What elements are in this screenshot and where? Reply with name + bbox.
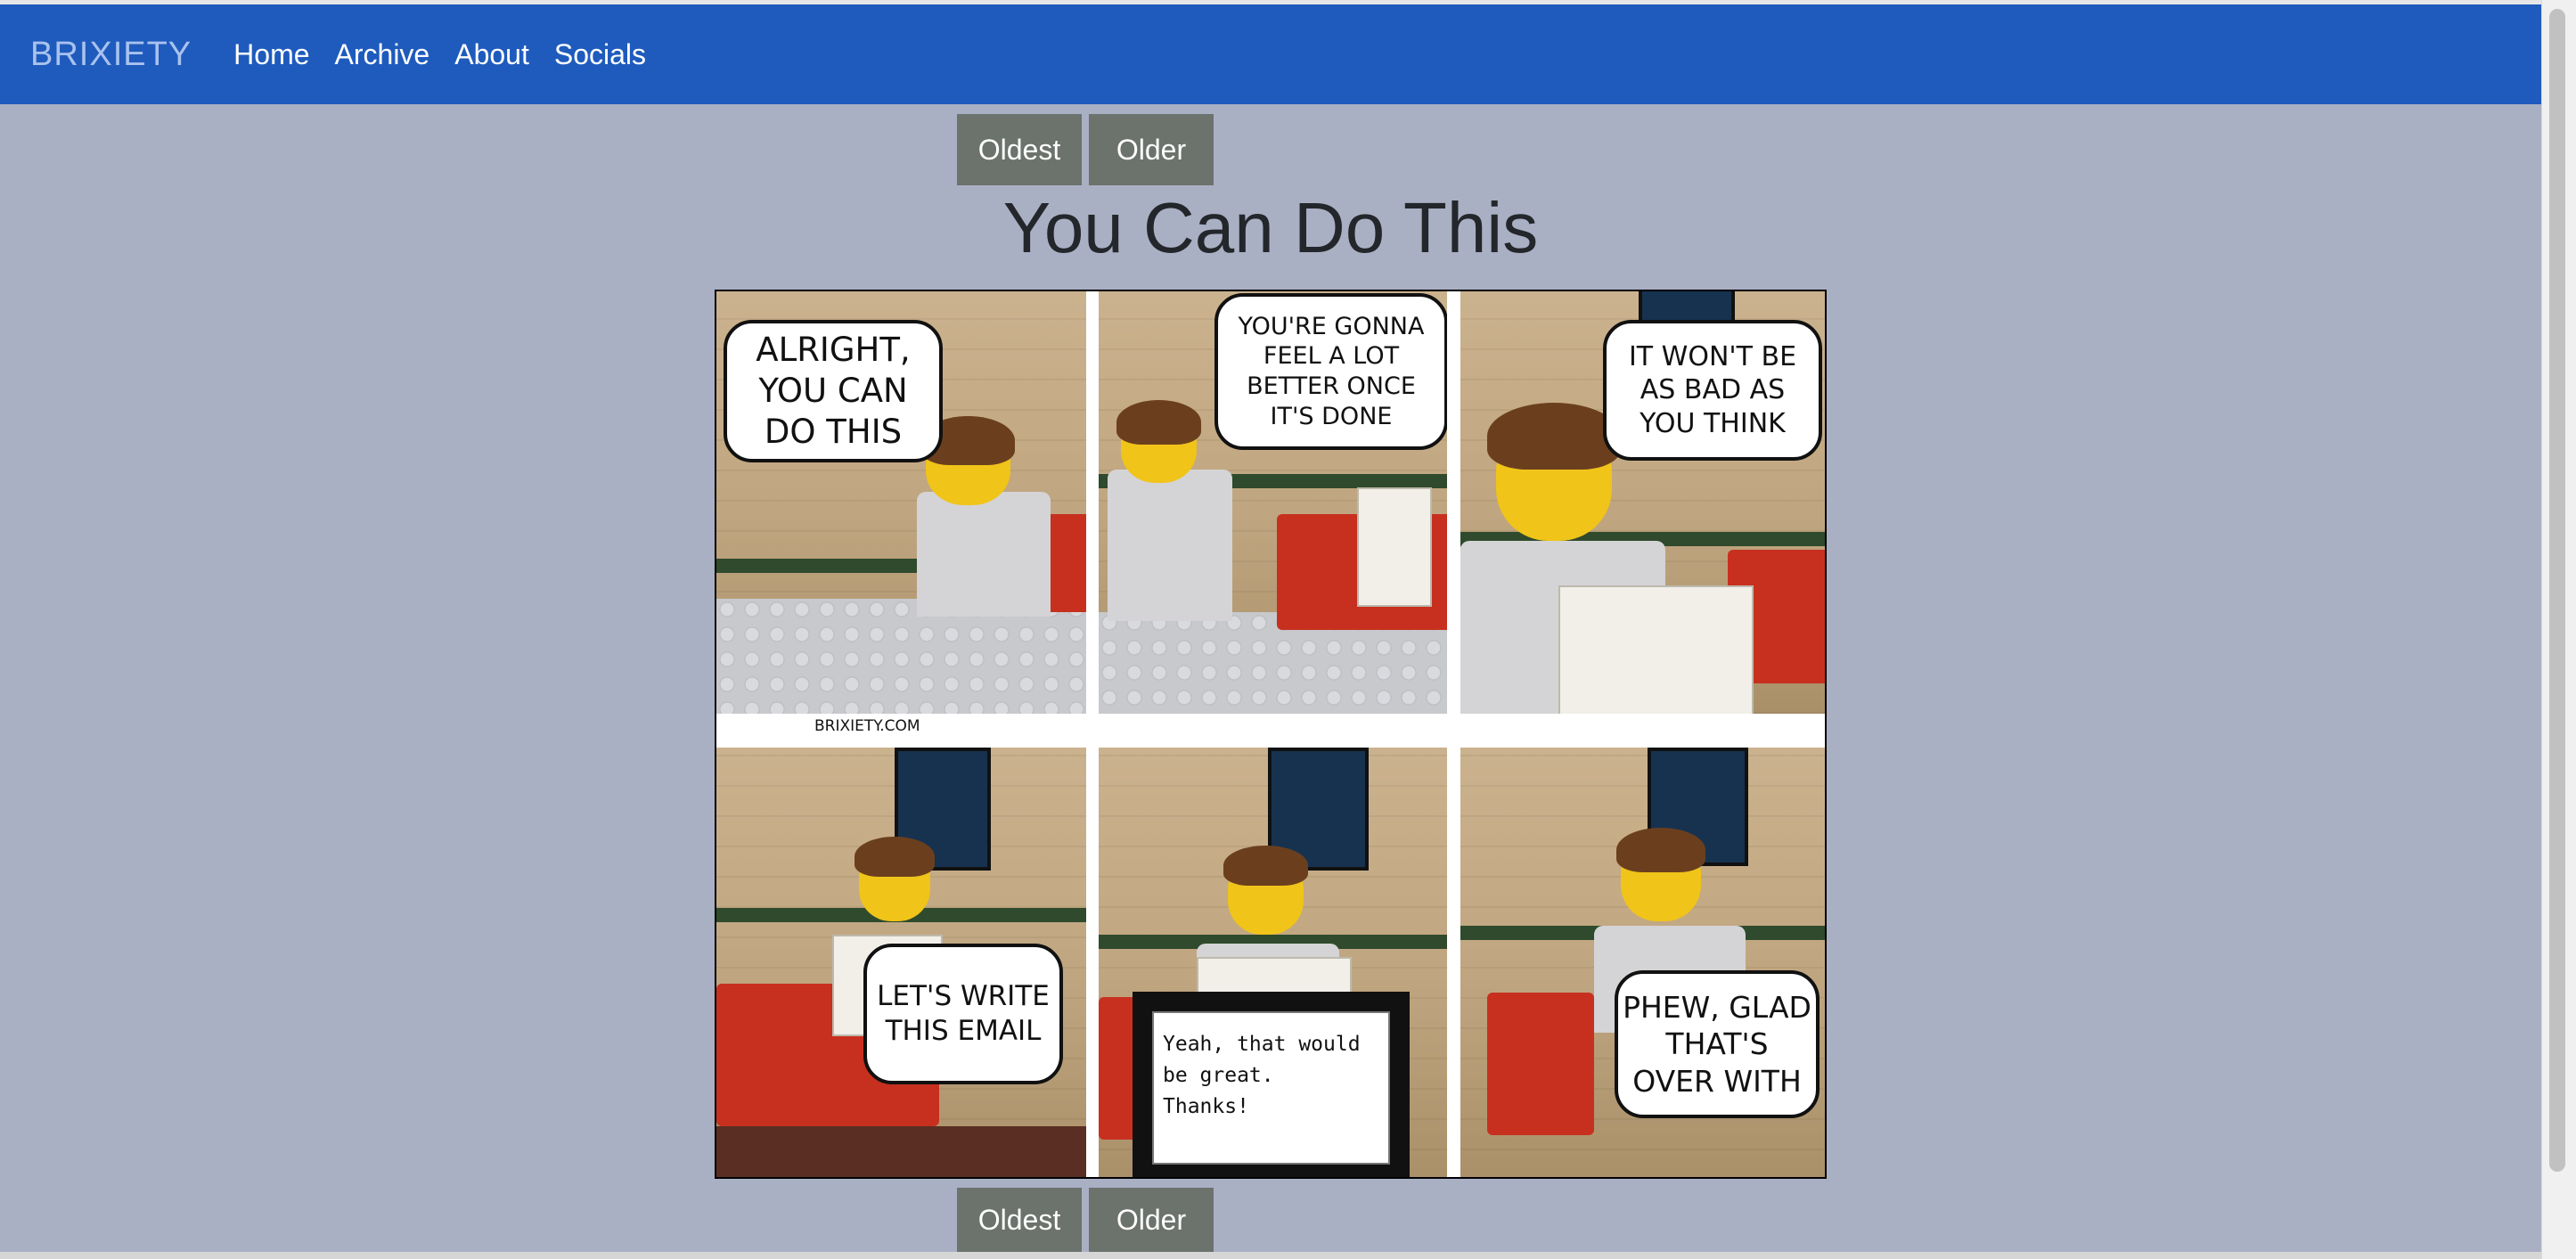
- minifig-hair: [1487, 403, 1621, 470]
- panel-desk: [716, 1126, 1086, 1177]
- nav-link-about[interactable]: About: [454, 38, 529, 71]
- comic-panel-3: IT WON'T BE AS BAD AS YOU THINK: [1460, 291, 1825, 714]
- speech-bubble-4: LET'S WRITE THIS EMAIL: [863, 944, 1063, 1084]
- email-screen: Yeah, that would be great. Thanks!: [1133, 992, 1410, 1177]
- window-bottom-edge: [0, 1252, 2541, 1259]
- older-button-top[interactable]: Older: [1089, 114, 1214, 185]
- brand-logo[interactable]: BRIXIETY: [30, 36, 192, 74]
- speech-bubble-5: PHEW, GLAD THAT'S OVER WITH: [1615, 970, 1820, 1118]
- comic-panel-5: Yeah, that would be great. Thanks!: [1099, 748, 1447, 1177]
- top-navbar: BRIXIETY Home Archive About Socials: [0, 4, 2541, 104]
- comic-panel-2: YOU'RE GONNA FEEL A LOT BETTER ONCE IT'S…: [1099, 291, 1447, 714]
- speech-bubble-3: IT WON'T BE AS BAD AS YOU THINK: [1603, 320, 1822, 461]
- speech-bubble-1: ALRIGHT, YOU CAN DO THIS: [724, 320, 943, 462]
- minifig-hair: [855, 837, 935, 877]
- panel-laptop: [1558, 585, 1754, 714]
- panel-laptop: [1357, 487, 1432, 607]
- minifig-hair: [1616, 828, 1705, 872]
- minifig-hair: [1223, 846, 1308, 886]
- comic-title: You Can Do This: [1002, 188, 1539, 267]
- minifig-body: [917, 492, 1051, 617]
- comic-watermark: BRIXIETY.COM: [814, 717, 920, 735]
- email-reply-text: Yeah, that would be great. Thanks!: [1152, 1011, 1390, 1165]
- comic-panel-6: PHEW, GLAD THAT'S OVER WITH: [1460, 748, 1825, 1177]
- minifig-body: [1108, 470, 1232, 621]
- nav-link-socials[interactable]: Socials: [554, 38, 646, 71]
- scrollbar-thumb[interactable]: [2549, 9, 2565, 1172]
- older-button-bottom[interactable]: Older: [1089, 1188, 1214, 1252]
- vertical-scrollbar[interactable]: [2541, 0, 2576, 1259]
- comic-panel-1: ALRIGHT, YOU CAN DO THIS: [716, 291, 1086, 714]
- nav-link-home[interactable]: Home: [233, 38, 309, 71]
- oldest-button-top[interactable]: Oldest: [957, 114, 1082, 185]
- minifig-hair: [1116, 400, 1201, 445]
- comic-panel-4: LET'S WRITE THIS EMAIL: [716, 748, 1086, 1177]
- speech-bubble-2: YOU'RE GONNA FEEL A LOT BETTER ONCE IT'S…: [1214, 293, 1447, 450]
- oldest-button-bottom[interactable]: Oldest: [957, 1188, 1082, 1252]
- nav-link-archive[interactable]: Archive: [335, 38, 430, 71]
- panel-sofa: [1487, 993, 1594, 1135]
- comic-strip: ALRIGHT, YOU CAN DO THIS BRIXIETY.COM YO…: [715, 290, 1827, 1179]
